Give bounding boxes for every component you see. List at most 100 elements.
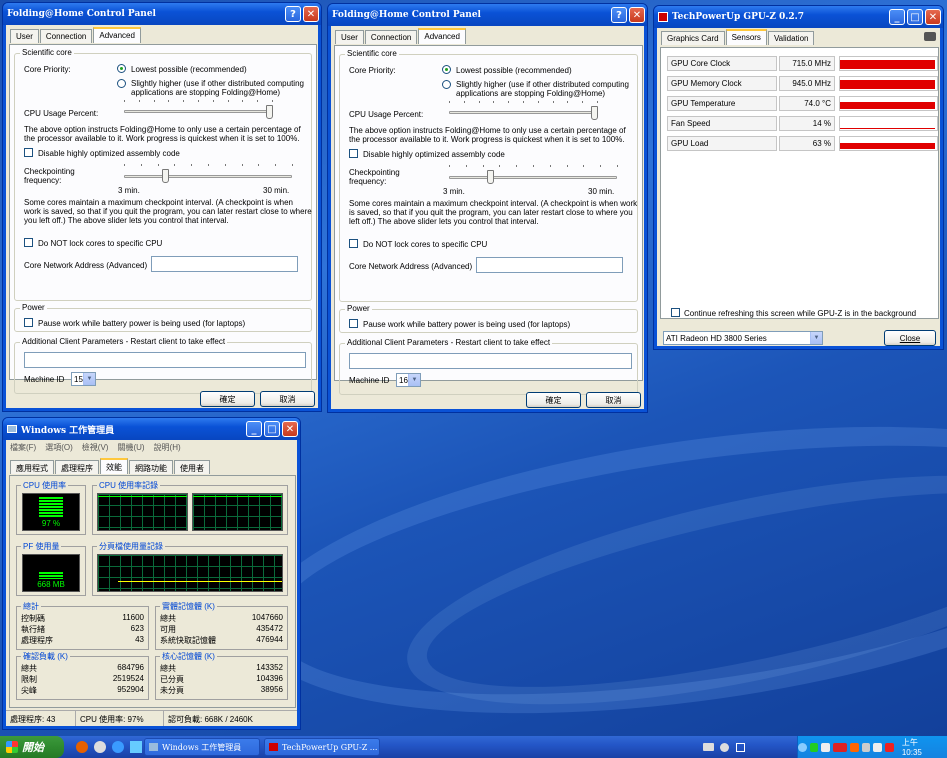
gpu-select-value: ATI Radeon HD 3800 Series bbox=[666, 333, 767, 343]
gpuz-titlebar[interactable]: TechPowerUp GPU-Z 0.2.7 _ □ ✕ bbox=[654, 6, 943, 28]
cpu-usage-slider[interactable] bbox=[124, 110, 272, 113]
taskbar-button-gpuz[interactable]: TechPowerUp GPU-Z ... bbox=[264, 738, 380, 756]
lock-cores-checkbox[interactable] bbox=[349, 239, 358, 248]
maximize-icon[interactable]: □ bbox=[264, 421, 280, 437]
net-addr-input[interactable] bbox=[476, 257, 623, 273]
tab-sensors[interactable]: Sensors bbox=[725, 29, 767, 45]
radio-higher[interactable] bbox=[117, 79, 126, 88]
sensor-value[interactable]: 74.0 °C bbox=[779, 96, 835, 111]
sensor-value[interactable]: 63 % bbox=[779, 136, 835, 151]
radio-lowest[interactable] bbox=[442, 65, 451, 74]
tray-shield-icon[interactable] bbox=[809, 742, 819, 752]
keyboard-icon[interactable] bbox=[703, 743, 714, 751]
chevron-down-icon[interactable]: ▼ bbox=[810, 332, 822, 344]
fah-titlebar[interactable]: Folding@Home Control Panel ? ✕ bbox=[3, 3, 321, 25]
cancel-button[interactable]: 取消 bbox=[586, 392, 641, 408]
machine-id-select[interactable]: 15 ▼ bbox=[71, 372, 96, 386]
chevron-down-icon[interactable]: ▼ bbox=[83, 373, 95, 385]
tab-users[interactable]: 使用者 bbox=[174, 460, 210, 474]
pause-battery-checkbox[interactable] bbox=[24, 318, 33, 327]
help-icon[interactable] bbox=[720, 743, 729, 752]
minimize-icon[interactable]: _ bbox=[889, 9, 905, 25]
sensor-value[interactable]: 14 % bbox=[779, 116, 835, 131]
cpu-usage-label: CPU Usage Percent: bbox=[349, 110, 424, 119]
close-icon[interactable]: ✕ bbox=[282, 421, 298, 437]
tray-monitor-icon[interactable] bbox=[861, 742, 871, 752]
checkpoint-slider[interactable] bbox=[124, 175, 292, 178]
tab-connection[interactable]: Connection bbox=[364, 30, 418, 44]
help-icon[interactable]: ? bbox=[285, 6, 301, 22]
camera-icon[interactable] bbox=[924, 32, 936, 41]
ie-icon[interactable] bbox=[112, 741, 124, 753]
tray-flag-icon[interactable] bbox=[849, 742, 859, 752]
checkpoint-thumb[interactable] bbox=[162, 169, 169, 183]
tab-networking[interactable]: 網路功能 bbox=[129, 460, 173, 474]
ok-button[interactable]: 確定 bbox=[200, 391, 255, 407]
close-button[interactable]: Close bbox=[884, 330, 936, 346]
tray-ati-icon[interactable] bbox=[885, 742, 894, 752]
tab-processes[interactable]: 處理程序 bbox=[55, 460, 99, 474]
stat-label: 總共 bbox=[21, 664, 37, 673]
sensor-value[interactable]: 945.0 MHz bbox=[779, 76, 835, 91]
menu-shutdown[interactable]: 關機(U) bbox=[117, 442, 144, 452]
checkpoint-thumb[interactable] bbox=[487, 170, 494, 184]
lock-cores-checkbox[interactable] bbox=[24, 238, 33, 247]
close-icon[interactable]: ✕ bbox=[303, 6, 319, 22]
tab-applications[interactable]: 應用程式 bbox=[10, 460, 54, 474]
checkpoint-slider[interactable] bbox=[449, 176, 617, 179]
cancel-button[interactable]: 取消 bbox=[260, 391, 315, 407]
chevron-down-icon[interactable]: ▼ bbox=[408, 374, 420, 386]
refresh-checkbox[interactable] bbox=[671, 308, 680, 317]
media-icon[interactable] bbox=[94, 741, 106, 753]
gpu-select[interactable]: ATI Radeon HD 3800 Series ▼ bbox=[663, 331, 823, 345]
fah-titlebar[interactable]: Folding@Home Control Panel ? ✕ bbox=[328, 4, 647, 26]
tray-volume-icon[interactable] bbox=[873, 742, 883, 752]
cpu-usage-thumb[interactable] bbox=[591, 106, 598, 120]
minimize-icon[interactable]: _ bbox=[246, 421, 262, 437]
checkpoint-note: Some cores maintain a maximum checkpoint… bbox=[349, 199, 638, 226]
taskmgr-titlebar[interactable]: Windows 工作管理員 _ □ ✕ bbox=[3, 418, 300, 440]
tray-antivirus-icon[interactable] bbox=[833, 742, 847, 752]
sensor-value[interactable]: 715.0 MHz bbox=[779, 56, 835, 71]
tab-advanced[interactable]: Advanced bbox=[418, 28, 466, 44]
radio-higher[interactable] bbox=[442, 80, 451, 89]
pause-battery-checkbox[interactable] bbox=[349, 319, 358, 328]
maximize-icon[interactable]: □ bbox=[907, 9, 923, 25]
start-button[interactable]: 開始 bbox=[0, 736, 64, 758]
tab-user[interactable]: User bbox=[10, 29, 39, 43]
disable-asm-checkbox[interactable] bbox=[349, 149, 358, 158]
machine-id-select[interactable]: 16 ▼ bbox=[396, 373, 421, 387]
tray-arrow-icon[interactable] bbox=[797, 742, 807, 752]
taskbar-button-taskmgr[interactable]: Windows 工作管理員 bbox=[144, 738, 260, 756]
menu-view[interactable]: 檢視(V) bbox=[82, 442, 109, 452]
menu-help[interactable]: 說明(H) bbox=[154, 442, 181, 452]
tab-advanced[interactable]: Advanced bbox=[93, 27, 141, 43]
menu-file[interactable]: 檔案(F) bbox=[10, 442, 36, 452]
tab-validation[interactable]: Validation bbox=[767, 31, 815, 45]
tab-performance[interactable]: 效能 bbox=[100, 458, 128, 474]
tab-graphics-card[interactable]: Graphics Card bbox=[661, 31, 725, 45]
client-params-input[interactable] bbox=[349, 353, 632, 369]
cpu-usage-thumb[interactable] bbox=[266, 105, 273, 119]
client-params-input[interactable] bbox=[24, 352, 306, 368]
tab-connection[interactable]: Connection bbox=[39, 29, 93, 43]
cpu-usage-slider[interactable] bbox=[449, 111, 597, 114]
radio-lowest[interactable] bbox=[117, 64, 126, 73]
slider-tick bbox=[466, 165, 467, 167]
desktop-icon[interactable] bbox=[130, 741, 142, 753]
language-bar-icon[interactable] bbox=[736, 743, 745, 752]
menu-options[interactable]: 選項(O) bbox=[45, 442, 73, 452]
tray-network-icon[interactable] bbox=[821, 742, 831, 752]
tab-user[interactable]: User bbox=[335, 30, 364, 44]
stat-label: 控制碼 bbox=[21, 614, 45, 623]
fah-client: User Connection Advanced Scientific core… bbox=[6, 25, 318, 408]
close-icon[interactable]: ✕ bbox=[629, 7, 645, 23]
ok-button[interactable]: 確定 bbox=[526, 392, 581, 408]
fah-window-2: Folding@Home Control Panel ? ✕ User Conn… bbox=[327, 3, 648, 413]
net-addr-input[interactable] bbox=[151, 256, 298, 272]
firefox-icon[interactable] bbox=[76, 741, 88, 753]
disable-asm-checkbox[interactable] bbox=[24, 148, 33, 157]
close-icon[interactable]: ✕ bbox=[925, 9, 941, 25]
help-icon[interactable]: ? bbox=[611, 7, 627, 23]
slider-tick bbox=[449, 165, 450, 167]
